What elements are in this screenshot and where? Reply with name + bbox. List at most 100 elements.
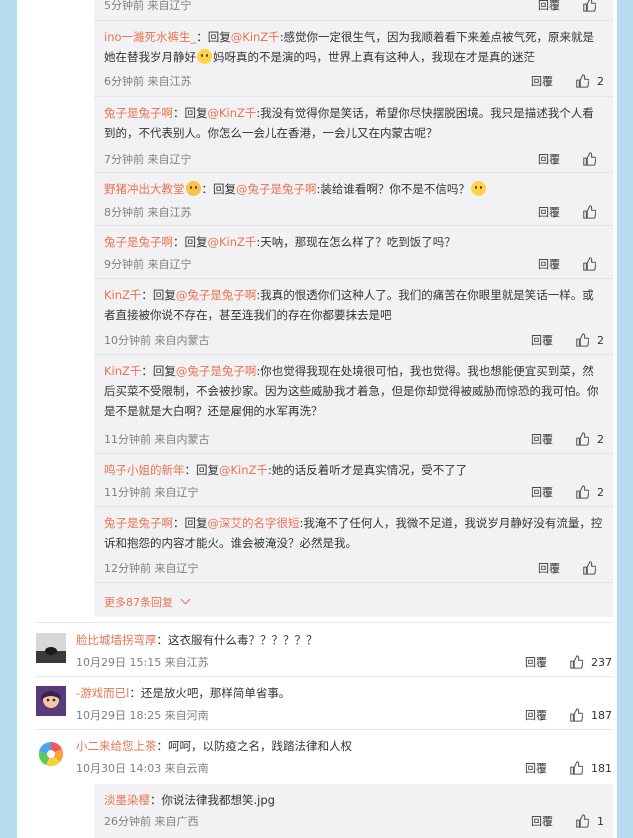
more-replies-label: 更多87条回复 [104,596,173,609]
avatar[interactable] [36,633,66,663]
reply-meta: 5分钟前 来自辽宁 [104,0,192,12]
reply-prefix: ：回复 [141,288,176,302]
mention-link[interactable]: @KinZ千 [219,463,268,477]
reply-button[interactable]: 回覆 [525,707,547,723]
reply-text: :天呐，那现在怎么样了？吃到饭了吗？ [256,235,456,249]
list-item: 5分钟前 来自辽宁 回覆 [94,0,613,20]
reply-button[interactable]: 回覆 [531,484,553,500]
emoji-icon [470,181,486,196]
reply-meta: 7分钟前 来自辽宁 [104,153,192,166]
divider [94,582,613,583]
list-item: 兔子是兔子啊：回复@KinZ千:天呐，那现在怎么样了？吃到饭了吗？ 9分钟前 来… [94,232,613,272]
avatar-image [36,739,66,769]
reply-prefix: ：回复 [173,516,208,530]
reply-meta: 26分钟前 来自广西 [104,815,199,828]
comment-meta: 10月29日 18:25 来自河南 [76,709,209,722]
mention-link[interactable]: @兔子是兔子啊 [176,288,257,302]
comment-text: ：呵呵，以防疫之名，践踏法律和人权 [156,739,353,753]
like-button[interactable] [582,205,604,219]
thumbs-up-icon [583,0,596,12]
reply-button[interactable]: 回覆 [525,760,547,776]
reply-button[interactable]: 回覆 [538,204,560,220]
like-button[interactable] [582,152,604,166]
comment-username[interactable]: 脸比城墙拐弯厚 [76,633,157,647]
mention-link[interactable]: @KinZ千 [208,235,257,249]
reply-username[interactable]: ino一濰死水裤生_ [104,30,196,44]
reply-username[interactable]: 鸣子小姐的新年 [104,463,185,477]
reply-button[interactable]: 回覆 [531,813,553,829]
like-button[interactable] [582,0,604,12]
divider [94,506,613,507]
thumbs-up-icon [576,814,589,828]
like-count: 1 [597,814,604,828]
like-button[interactable] [582,561,604,575]
divider [36,729,613,730]
like-button[interactable]: 2 [575,333,604,347]
reply-button[interactable]: 回覆 [538,256,560,272]
mention-link[interactable]: @KinZ千 [208,106,257,120]
reply-meta: 10分钟前 来自内蒙古 [104,334,210,347]
reply-prefix: ：回复 [184,463,220,477]
reply-button[interactable]: 回覆 [531,332,553,348]
reply-button[interactable]: 回覆 [538,0,560,13]
reply-username[interactable]: KinZ千 [104,364,141,378]
list-item: KinZ千：回复@兔子是兔子啊:我真的恨透你们这种人了。我们的痛苦在你眼里就是笑… [94,285,613,351]
reply-text: :装给谁看啊？你不是不信吗？ [316,182,470,196]
divider [94,225,613,226]
like-button[interactable]: 1 [575,814,604,828]
reply-text: ：你说法律我都想笑.jpg [150,793,275,807]
comment-username[interactable]: 小二来给您上茶 [76,739,157,753]
thumbs-up-icon [583,561,596,575]
reply-username[interactable]: KinZ千 [104,288,141,302]
more-replies-link[interactable]: 更多87条回复 [104,594,191,610]
reply-username[interactable]: 野猪冲出大教堂 [104,182,185,196]
reply-button[interactable]: 回覆 [538,151,560,167]
like-button[interactable]: 2 [575,432,604,446]
thumbs-up-icon [583,152,596,166]
reply-meta: 11分钟前 来自辽宁 [104,486,199,499]
mention-link[interactable]: @兔子是兔子啊 [176,364,257,378]
comment-username[interactable]: -游戏而已l [76,686,129,700]
divider [94,172,613,173]
reply-button[interactable]: 回覆 [531,431,553,447]
emoji-icon [185,181,201,196]
reply-username[interactable]: 兔子是兔子啊 [104,516,173,530]
reply-button[interactable]: 回覆 [531,73,553,89]
avatar[interactable] [36,686,66,716]
like-count: 2 [597,333,604,347]
like-count: 2 [597,485,604,499]
reply-meta: 9分钟前 来自辽宁 [104,258,192,271]
list-item: ino一濰死水裤生_：回复@KinZ千:感觉你一定很生气，因为我顺着看下来差点被… [94,27,613,93]
divider [94,354,613,355]
reply-username[interactable]: 淡墨染樱 [104,793,150,807]
like-count: 2 [597,432,604,446]
reply-meta: 11分钟前 来自内蒙古 [104,433,210,446]
like-button[interactable]: 2 [575,74,604,88]
mention-link[interactable]: @兔子是兔子啊 [236,182,317,196]
divider [94,453,613,454]
reply-username[interactable]: 兔子是兔子啊 [104,106,173,120]
mention-link[interactable]: @KinZ千 [231,30,280,44]
reply-username[interactable]: 兔子是兔子啊 [104,235,173,249]
thumbs-up-icon [576,333,589,347]
reply-meta: 12分钟前 来自辽宁 [104,562,199,575]
like-button[interactable]: 237 [569,655,612,669]
reply-button[interactable]: 回覆 [538,560,560,576]
like-button[interactable] [582,257,604,271]
comment-panel: 5分钟前 来自辽宁 回覆 ino一濰死水裤生_：回复@KinZ千:感觉你一定很生… [17,0,617,838]
avatar[interactable] [36,739,66,769]
reply-prefix: ：回复 [173,106,208,120]
like-button[interactable]: 2 [575,485,604,499]
like-button[interactable]: 181 [569,761,612,775]
like-count: 181 [591,761,612,775]
like-button[interactable]: 187 [569,708,612,722]
like-count: 2 [597,74,604,88]
thumbs-up-icon [570,761,583,775]
divider [94,278,613,279]
list-item: KinZ千：回复@兔子是兔子啊:你也觉得我现在处境很可怕，我也觉得。我也想能便宜… [94,361,613,447]
mention-link[interactable]: @深艾的名字很短 [208,516,300,530]
like-count: 187 [591,708,612,722]
reply-button[interactable]: 回覆 [525,654,547,670]
reply-text: :她的话反着听才是真实情况，受不了了 [267,463,468,477]
thumbs-up-icon [570,708,583,722]
